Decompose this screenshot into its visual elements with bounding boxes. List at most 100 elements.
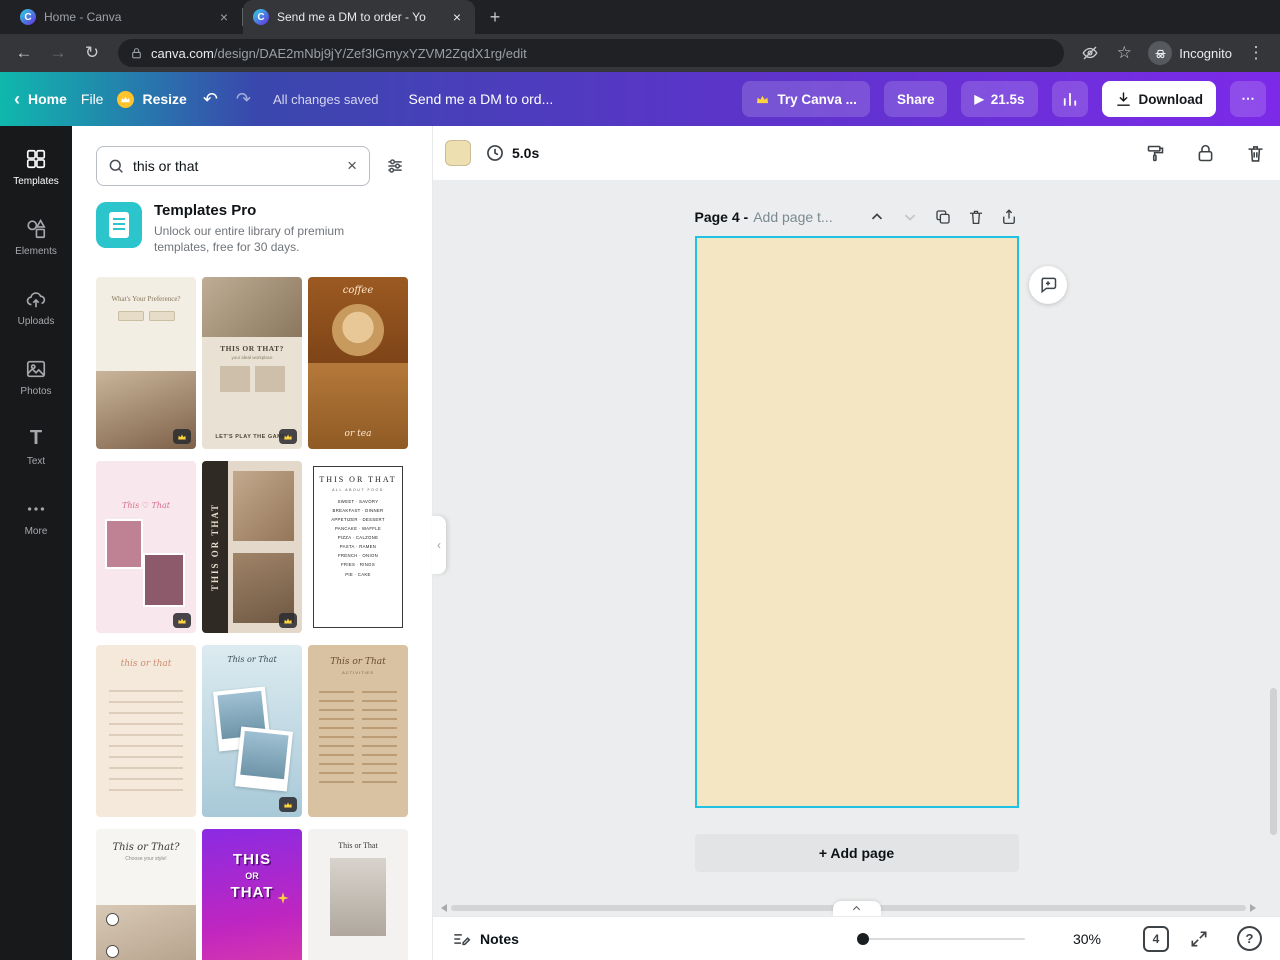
- new-tab-button[interactable]: +: [481, 3, 509, 31]
- latte-photo: [332, 304, 384, 357]
- page-title-placeholder[interactable]: Add page t...: [753, 209, 832, 225]
- tab-home-canva[interactable]: C Home - Canva ×: [10, 0, 242, 34]
- sidebar-item-elements[interactable]: Elements: [4, 206, 68, 268]
- forward-button[interactable]: →: [44, 39, 72, 67]
- template-thumbnail[interactable]: This or That: [308, 829, 408, 960]
- export-page-button[interactable]: [999, 207, 1019, 227]
- close-tab-icon[interactable]: ×: [216, 8, 232, 26]
- insights-chart-button[interactable]: [1051, 81, 1088, 117]
- delete-page-button[interactable]: [1242, 140, 1268, 166]
- vertical-scrollbar[interactable]: [1270, 687, 1277, 836]
- search-filter-button[interactable]: [382, 153, 408, 179]
- template-thumbnail[interactable]: This or That ACTIVITIES: [308, 645, 408, 818]
- sidebar-item-photos[interactable]: Photos: [4, 346, 68, 408]
- try-canva-pro-button[interactable]: Try Canva ...: [742, 81, 870, 117]
- notes-button[interactable]: Notes: [451, 929, 519, 949]
- fullscreen-icon: [1191, 931, 1207, 946]
- template-thumbnail[interactable]: This or That? Choose your style!: [96, 829, 196, 960]
- template-thumbnail[interactable]: THIS OR THAT ALL ABOUT FOOD SWEET · SAVO…: [308, 461, 408, 634]
- trash-icon: [969, 210, 982, 225]
- browser-menu-kebab-icon[interactable]: ⋮: [1242, 39, 1270, 67]
- crown-icon: [117, 90, 135, 108]
- sidebar-item-label: Templates: [13, 175, 59, 187]
- share-export-icon: [1002, 209, 1015, 225]
- resize-button[interactable]: Resize: [117, 90, 187, 108]
- template-thumbnail[interactable]: THIS OR THAT: [202, 461, 302, 634]
- background-color-swatch[interactable]: [445, 140, 471, 166]
- move-page-down-button[interactable]: [900, 207, 920, 227]
- comment-plus-icon: [1040, 277, 1056, 294]
- move-page-up-button[interactable]: [867, 207, 887, 227]
- close-tab-icon[interactable]: ×: [449, 8, 465, 26]
- canvas-toolbar: 5.0s: [433, 126, 1280, 180]
- clear-search-icon[interactable]: ×: [345, 156, 359, 176]
- panel-collapse-button[interactable]: ‹: [432, 516, 446, 574]
- scroll-right-arrow-icon[interactable]: [1250, 904, 1256, 912]
- header-more-button[interactable]: ⋯: [1230, 81, 1266, 117]
- sidebar-item-more[interactable]: More: [4, 486, 68, 548]
- undo-button[interactable]: ↶: [201, 89, 220, 110]
- download-button[interactable]: Download: [1101, 81, 1216, 117]
- template-title: this or that: [120, 659, 172, 670]
- slider-knob[interactable]: [856, 932, 869, 945]
- delete-page-button[interactable]: [966, 207, 986, 227]
- page-timing-control[interactable]: 5.0s: [485, 143, 539, 163]
- duration-label: 21.5s: [990, 91, 1025, 107]
- collapse-footer-button[interactable]: [832, 901, 881, 916]
- slider-track[interactable]: [856, 937, 1025, 940]
- present-button[interactable]: ▶ 21.5s: [961, 81, 1038, 117]
- home-button[interactable]: ‹ Home: [14, 90, 67, 108]
- search-input[interactable]: [133, 158, 338, 174]
- list-lines: [109, 681, 183, 798]
- sidebar-item-templates[interactable]: Templates: [4, 136, 68, 198]
- reload-button[interactable]: ↻: [78, 39, 106, 67]
- fullscreen-button[interactable]: [1187, 927, 1211, 951]
- food-options-list: SWEET · SAVORY BREAKFAST · DINNER APPETI…: [331, 499, 385, 577]
- template-subtitle: ACTIVITIES: [342, 670, 374, 676]
- help-button[interactable]: ?: [1237, 926, 1262, 951]
- lock-icon: [1198, 144, 1212, 161]
- template-title: THIS OR THAT: [319, 475, 397, 485]
- share-button[interactable]: Share: [883, 81, 948, 117]
- grid-view-button[interactable]: 4: [1143, 925, 1169, 952]
- template-thumbnail[interactable]: this or that: [96, 645, 196, 818]
- add-page-button[interactable]: + Add page: [694, 834, 1019, 872]
- template-thumbnail[interactable]: THIS OR THAT: [202, 829, 302, 960]
- search-icon: [109, 159, 123, 173]
- back-button[interactable]: ←: [10, 39, 38, 67]
- sidebar-item-label: Photos: [20, 385, 52, 397]
- address-bar[interactable]: canva.com/design/DAE2mNbj9jY/Zef3lGmyxYZ…: [118, 39, 1065, 67]
- design-title[interactable]: Send me a DM to ord...: [409, 91, 554, 107]
- lock-icon: [132, 47, 141, 58]
- editor-header: ‹ Home File Resize ↶ ↷ All changes saved…: [0, 72, 1280, 126]
- templates-pro-banner[interactable]: Templates Pro Unlock our entire library …: [96, 202, 408, 255]
- duplicate-page-button[interactable]: [933, 207, 953, 227]
- add-comment-button[interactable]: [1028, 266, 1067, 304]
- template-thumbnail[interactable]: This ♡ That: [96, 461, 196, 634]
- portrait-photo: [105, 519, 143, 570]
- canva-favicon-icon: C: [20, 9, 36, 25]
- template-title: This or That: [338, 841, 378, 851]
- crown-icon: [757, 95, 769, 103]
- pro-crown-badge: [173, 613, 191, 629]
- file-menu[interactable]: File: [81, 91, 104, 107]
- design-page-4[interactable]: [694, 236, 1019, 808]
- template-thumbnail[interactable]: What's Your Preference?: [96, 277, 196, 450]
- template-thumbnail[interactable]: This or That: [202, 645, 302, 818]
- redo-button[interactable]: ↷: [234, 89, 253, 110]
- template-thumbnail[interactable]: THIS OR THAT? your ideal workplace LET'S…: [202, 277, 302, 450]
- list-columns: [319, 684, 397, 789]
- scroll-left-arrow-icon[interactable]: [441, 904, 447, 912]
- canvas-scroll-area[interactable]: Page 4 - Add page t... + Add page: [433, 180, 1280, 916]
- lock-button[interactable]: [1192, 140, 1218, 166]
- chevron-down-icon: [904, 214, 915, 221]
- tab-design-active[interactable]: C Send me a DM to order - Yo ×: [243, 0, 475, 34]
- eye-slash-icon[interactable]: [1076, 39, 1104, 67]
- template-search-box[interactable]: ×: [96, 146, 370, 186]
- zoom-slider[interactable]: [856, 932, 1025, 946]
- sidebar-item-text[interactable]: T Text: [4, 416, 68, 478]
- sidebar-item-uploads[interactable]: Uploads: [4, 276, 68, 338]
- template-thumbnail[interactable]: coffee or tea: [308, 277, 408, 450]
- bookmark-star-icon[interactable]: ☆: [1110, 39, 1138, 67]
- format-painter-button[interactable]: [1142, 140, 1168, 166]
